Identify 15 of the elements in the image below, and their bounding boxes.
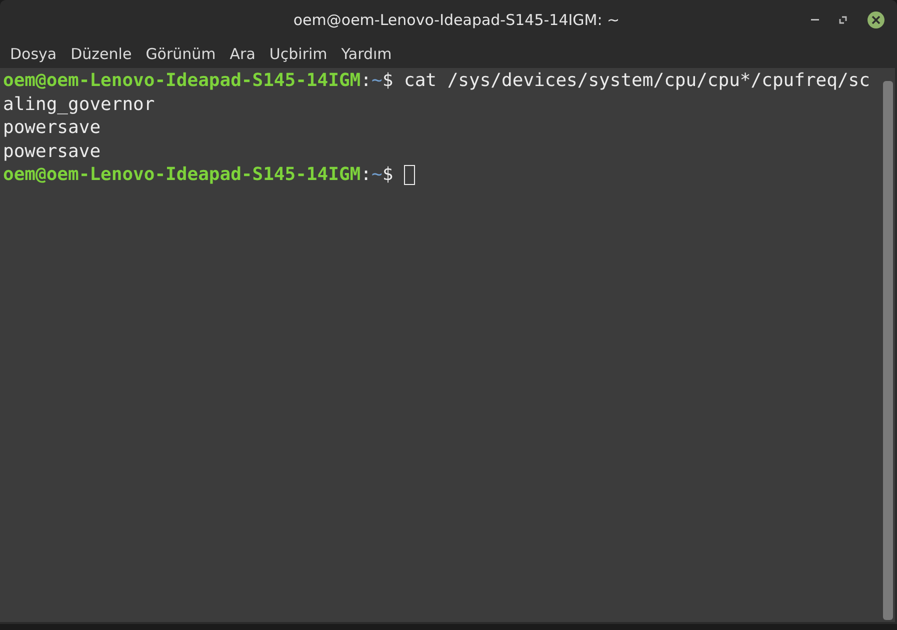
terminal-line: powersave <box>3 116 101 140</box>
terminal-line: powersave <box>3 140 101 163</box>
terminal-line: oem@oem-Lenovo-Ideapad-S145-14IGM:~$ cat /sys/devices/system/cpu/cpu*/cpufreq/sc <box>3 69 870 92</box>
close-icon[interactable] <box>867 11 885 29</box>
terminal-line: oem@oem-Lenovo-Ideapad-S145-14IGM:~$ <box>3 163 394 186</box>
menu-item[interactable]: Düzenle <box>64 45 138 63</box>
menu-item[interactable]: Uçbirim <box>263 45 334 63</box>
menu-item[interactable]: Ara <box>224 45 262 63</box>
menu-item[interactable]: Görünüm <box>140 45 222 63</box>
maximize-icon[interactable] <box>839 16 847 24</box>
window-title: oem@oem-Lenovo-Ideapad-S145-14IGM: ~ <box>292 11 620 29</box>
menu-item[interactable]: Dosya <box>4 45 63 63</box>
minimize-icon[interactable] <box>811 19 819 21</box>
terminal-line: aling_governor <box>3 92 155 116</box>
menu-item[interactable]: Yardım <box>335 45 398 63</box>
